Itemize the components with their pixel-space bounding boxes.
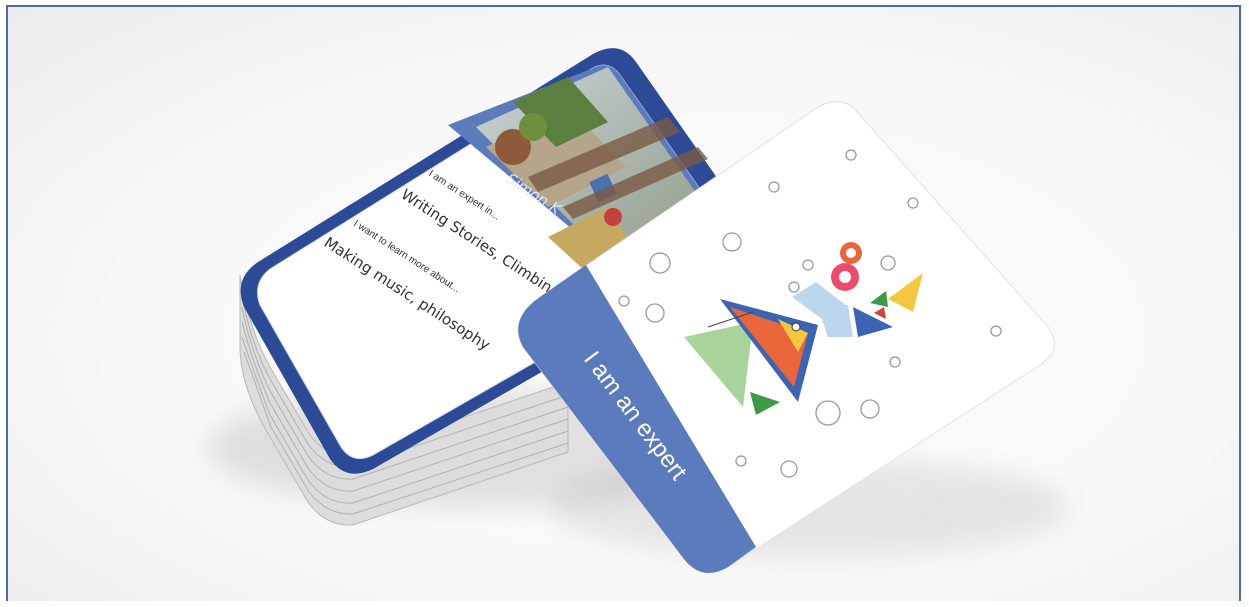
photo-frame: Name: Simon K I am an expert in... Writi… <box>6 5 1241 601</box>
card-deck-photo: Name: Simon K I am an expert in... Writi… <box>208 48 1068 574</box>
